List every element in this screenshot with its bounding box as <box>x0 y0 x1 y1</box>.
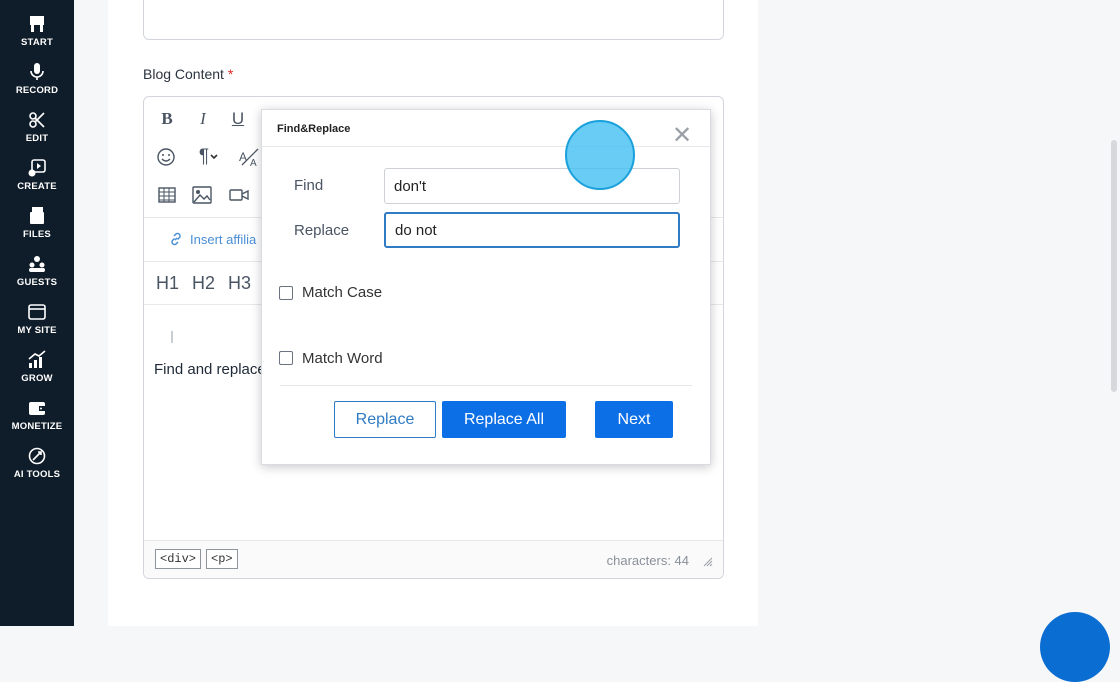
sidebar-item-create[interactable]: CREATE <box>0 158 74 204</box>
emoji-button[interactable] <box>156 147 176 167</box>
element-path-div[interactable]: <div> <box>155 549 202 569</box>
sidebar-item-files[interactable]: FILES <box>0 206 74 252</box>
replace-all-button[interactable]: Replace All <box>442 401 566 438</box>
close-icon[interactable]: ✕ <box>672 124 692 148</box>
dialog-title: Find&Replace <box>277 123 351 135</box>
heading-2-button[interactable]: H2 <box>192 273 215 294</box>
sidebar-item-label: AI TOOLS <box>13 469 61 480</box>
clear-formatting-icon: AA <box>239 148 259 167</box>
match-word-checkbox[interactable] <box>279 351 293 365</box>
create-icon <box>28 159 46 177</box>
dialog-divider <box>262 146 710 147</box>
italic-label: I <box>200 109 206 128</box>
find-replace-dialog: Find&Replace ✕ Find Replace Match Case M… <box>261 109 711 465</box>
bold-button[interactable]: B <box>158 109 176 129</box>
help-fab-button[interactable] <box>1040 612 1110 682</box>
cursor-highlight <box>565 120 635 190</box>
sidebar-item-monetize[interactable]: MONETIZE <box>0 398 74 444</box>
sidebar-item-label: CREATE <box>17 181 57 192</box>
insert-video-button[interactable] <box>228 185 250 205</box>
sidebar-item-guests[interactable]: GUESTS <box>0 254 74 300</box>
insert-affiliate-label: Insert affilia <box>190 231 257 247</box>
character-count: characters: 44 <box>606 553 689 568</box>
replace-button-label: Replace <box>355 410 415 428</box>
link-icon <box>171 232 181 246</box>
replace-input[interactable] <box>384 212 680 248</box>
text-caret <box>171 331 173 343</box>
sidebar-item-label: MONETIZE <box>11 421 63 432</box>
sidebar-item-label: RECORD <box>15 85 59 96</box>
replace-all-button-label: Replace All <box>463 410 545 428</box>
my-site-icon <box>28 304 46 320</box>
image-icon <box>192 186 212 204</box>
sidebar-item-grow[interactable]: GROW <box>0 350 74 396</box>
match-case-checkbox[interactable] <box>279 286 293 300</box>
editor-body-text[interactable]: Find and replace <box>154 361 266 378</box>
sidebar-item-label: GROW <box>21 373 53 384</box>
sidebar-item-label: EDIT <box>25 133 49 144</box>
heading-3-button[interactable]: H3 <box>228 273 251 294</box>
match-case-label: Match Case <box>302 284 383 301</box>
insert-table-button[interactable] <box>157 185 177 205</box>
video-icon <box>229 189 249 201</box>
ai-tools-icon <box>28 447 46 465</box>
next-button[interactable]: Next <box>595 401 673 438</box>
sidebar-item-ai-tools[interactable]: AI TOOLS <box>0 446 74 492</box>
underline-label: U <box>231 109 245 128</box>
edit-icon <box>29 112 45 128</box>
chevron-down-icon <box>210 154 218 160</box>
right-panel <box>758 0 1120 626</box>
element-path-p[interactable]: <p> <box>206 549 238 569</box>
sidebar-item-label: START <box>21 37 53 48</box>
clear-formatting-button[interactable]: AA <box>238 147 260 167</box>
required-mark: * <box>227 66 234 82</box>
bold-label: B <box>161 109 173 128</box>
monetize-icon <box>29 402 45 415</box>
underline-button[interactable]: U <box>229 109 247 129</box>
previous-field-input[interactable] <box>143 0 724 40</box>
sidebar-nav: START RECORD EDIT CREATE FILES GUESTS MY… <box>0 0 74 626</box>
table-icon <box>158 187 176 203</box>
italic-button[interactable]: I <box>194 109 212 129</box>
blog-content-label: Blog Content * <box>143 66 233 82</box>
find-input[interactable] <box>384 168 680 204</box>
scrollbar[interactable] <box>1111 140 1117 392</box>
microphone-icon <box>30 63 44 80</box>
blog-content-label-text: Blog Content <box>143 66 224 82</box>
resize-handle-icon[interactable] <box>701 555 713 567</box>
paragraph-format-button[interactable]: ¶ <box>192 146 226 167</box>
next-button-label: Next <box>617 410 651 428</box>
heading-1-button[interactable]: H1 <box>156 273 179 294</box>
files-icon <box>30 207 44 224</box>
replace-label: Replace <box>294 222 350 239</box>
start-icon <box>30 16 44 32</box>
sidebar-item-label: FILES <box>23 229 51 240</box>
sidebar-item-label: GUESTS <box>16 277 58 288</box>
replace-button[interactable]: Replace <box>334 401 436 438</box>
smiley-icon <box>157 148 175 166</box>
pilcrow-icon: ¶ <box>198 146 210 167</box>
sidebar-item-my-site[interactable]: MY SITE <box>0 302 74 348</box>
editor-status-bar: <div> <p> characters: 44 <box>144 540 723 578</box>
sidebar-item-start[interactable]: START <box>0 14 74 60</box>
match-word-label: Match Word <box>302 350 383 367</box>
dialog-divider <box>280 385 692 386</box>
grow-icon <box>28 350 46 368</box>
sidebar-item-record[interactable]: RECORD <box>0 62 74 108</box>
find-label: Find <box>294 177 324 194</box>
insert-affiliate-link[interactable]: Insert affilia <box>168 231 256 247</box>
sidebar-item-edit[interactable]: EDIT <box>0 110 74 156</box>
guests-icon <box>29 256 45 272</box>
insert-image-button[interactable] <box>192 185 212 205</box>
sidebar-item-label: MY SITE <box>17 325 57 336</box>
svg-text:A: A <box>250 158 257 167</box>
